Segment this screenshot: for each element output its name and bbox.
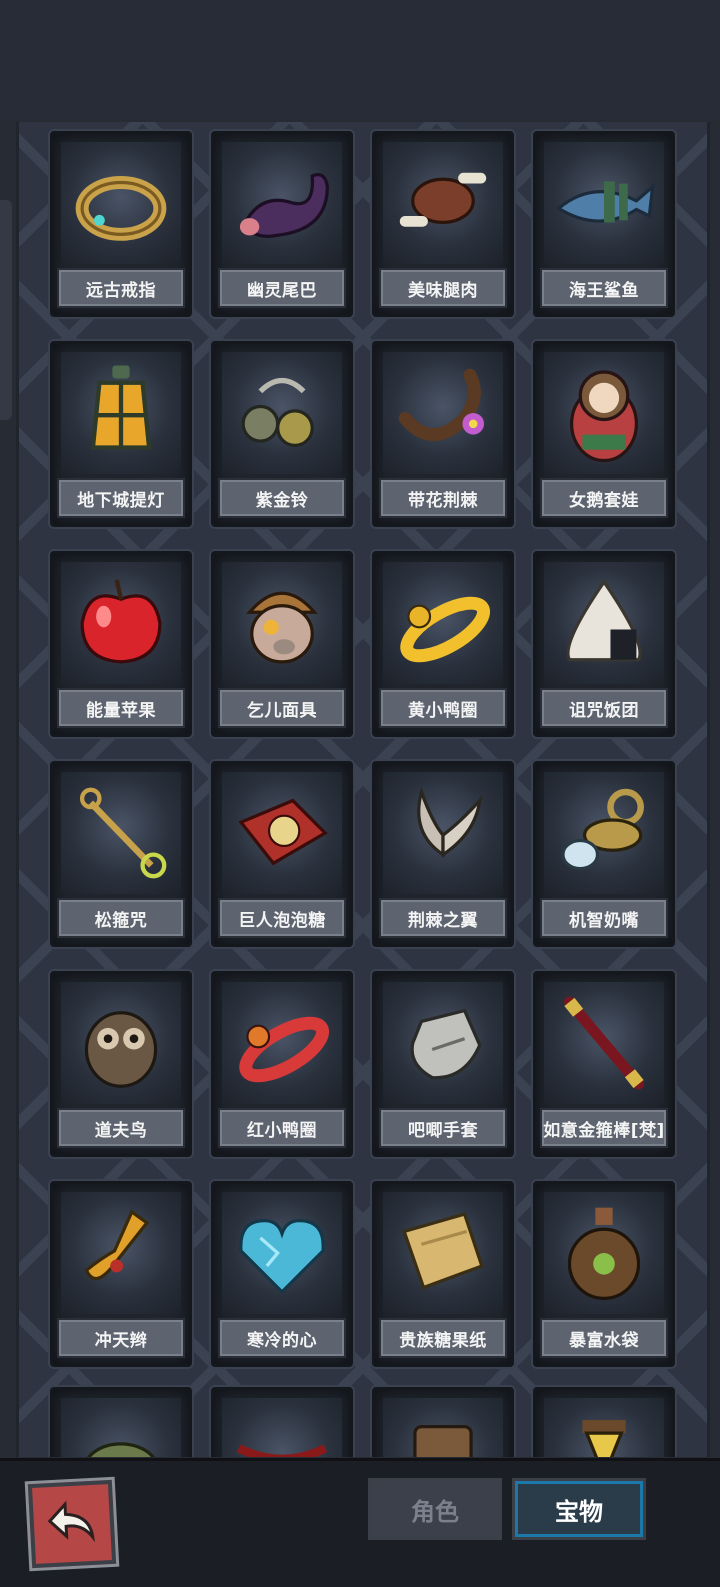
treasure-card[interactable]: 巨人泡泡糖 bbox=[211, 761, 353, 947]
thorn-flower-icon bbox=[383, 352, 503, 474]
item-name: 红小鸭圈 bbox=[218, 1108, 346, 1148]
item-name: 如意金箍棒[梵] bbox=[540, 1108, 668, 1148]
staff-icon bbox=[61, 772, 181, 894]
treasure-card[interactable]: 贵族糖果纸 bbox=[372, 1181, 514, 1367]
gum-box-icon bbox=[222, 772, 342, 894]
item-name: 乞儿面具 bbox=[218, 688, 346, 728]
doll-icon bbox=[544, 352, 664, 474]
top-bar bbox=[0, 0, 720, 120]
item-name: 幽灵尾巴 bbox=[218, 268, 346, 308]
tail-icon bbox=[222, 142, 342, 264]
treasure-card[interactable]: 幽灵尾巴 bbox=[211, 131, 353, 317]
item-name: 贵族糖果纸 bbox=[379, 1318, 507, 1358]
item-name: 远古戒指 bbox=[57, 268, 185, 308]
tab-role[interactable]: 角色 bbox=[368, 1478, 502, 1540]
back-arrow-icon bbox=[42, 1493, 101, 1556]
treasure-card[interactable]: 冲天辫 bbox=[50, 1181, 192, 1367]
item-name: 美味腿肉 bbox=[379, 268, 507, 308]
treasure-card[interactable]: 女鹅套娃 bbox=[533, 341, 675, 527]
meat-icon bbox=[383, 142, 503, 264]
lantern-icon bbox=[61, 352, 181, 474]
cut-off-item-icon bbox=[61, 1398, 181, 1457]
treasure-card[interactable] bbox=[211, 1387, 353, 1457]
treasure-card[interactable]: 海王鲨鱼 bbox=[533, 131, 675, 317]
mask-icon bbox=[222, 562, 342, 684]
pacifier-icon bbox=[544, 772, 664, 894]
riceball-icon bbox=[544, 562, 664, 684]
pigtail-icon bbox=[61, 1192, 181, 1314]
treasure-card[interactable]: 远古戒指 bbox=[50, 131, 192, 317]
bells-icon bbox=[222, 352, 342, 474]
wings-icon bbox=[383, 772, 503, 894]
owl-icon bbox=[61, 982, 181, 1104]
item-name: 寒冷的心 bbox=[218, 1318, 346, 1358]
item-name: 能量苹果 bbox=[57, 688, 185, 728]
item-name: 黄小鸭圈 bbox=[379, 688, 507, 728]
cut-off-item-icon bbox=[544, 1398, 664, 1457]
item-name: 荆棘之翼 bbox=[379, 898, 507, 938]
red-duck-ring-icon bbox=[222, 982, 342, 1104]
item-name: 松箍咒 bbox=[57, 898, 185, 938]
shark-icon bbox=[544, 142, 664, 264]
treasure-card[interactable] bbox=[372, 1387, 514, 1457]
treasure-card[interactable]: 地下城提灯 bbox=[50, 341, 192, 527]
treasure-card[interactable]: 寒冷的心 bbox=[211, 1181, 353, 1367]
treasure-card[interactable]: 暴富水袋 bbox=[533, 1181, 675, 1367]
item-name: 巨人泡泡糖 bbox=[218, 898, 346, 938]
ice-heart-icon bbox=[222, 1192, 342, 1314]
apple-icon bbox=[61, 562, 181, 684]
item-name: 吧唧手套 bbox=[379, 1108, 507, 1148]
treasure-card[interactable]: 荆棘之翼 bbox=[372, 761, 514, 947]
golden-rod-icon bbox=[544, 982, 664, 1104]
treasure-card[interactable]: 带花荆棘 bbox=[372, 341, 514, 527]
item-name: 紫金铃 bbox=[218, 478, 346, 518]
treasure-card[interactable]: 美味腿肉 bbox=[372, 131, 514, 317]
treasure-card[interactable]: 如意金箍棒[梵] bbox=[533, 971, 675, 1157]
treasure-card[interactable]: 能量苹果 bbox=[50, 551, 192, 737]
treasure-card[interactable]: 吧唧手套 bbox=[372, 971, 514, 1157]
item-name: 女鹅套娃 bbox=[540, 478, 668, 518]
treasure-card[interactable]: 机智奶嘴 bbox=[533, 761, 675, 947]
water-bag-icon bbox=[544, 1192, 664, 1314]
item-name: 地下城提灯 bbox=[57, 478, 185, 518]
item-name: 海王鲨鱼 bbox=[540, 268, 668, 308]
item-name: 诅咒饭团 bbox=[540, 688, 668, 728]
item-name: 冲天辫 bbox=[57, 1318, 185, 1358]
candy-paper-icon bbox=[383, 1192, 503, 1314]
side-handle bbox=[0, 200, 12, 420]
cut-off-item-icon bbox=[383, 1398, 503, 1457]
tab-role-label: 角色 bbox=[411, 1497, 459, 1526]
treasure-card[interactable]: 松箍咒 bbox=[50, 761, 192, 947]
treasure-card[interactable]: 黄小鸭圈 bbox=[372, 551, 514, 737]
treasure-card[interactable]: 紫金铃 bbox=[211, 341, 353, 527]
treasure-card[interactable] bbox=[50, 1387, 192, 1457]
tab-treasure-label: 宝物 bbox=[555, 1497, 603, 1526]
glove-icon bbox=[383, 982, 503, 1104]
item-name: 道夫鸟 bbox=[57, 1108, 185, 1148]
treasure-card[interactable] bbox=[533, 1387, 675, 1457]
cut-off-item-icon bbox=[222, 1398, 342, 1457]
treasure-card[interactable]: 诅咒饭团 bbox=[533, 551, 675, 737]
ring-icon bbox=[61, 142, 181, 264]
yellow-duck-ring-icon bbox=[383, 562, 503, 684]
tab-treasure[interactable]: 宝物 bbox=[512, 1478, 646, 1540]
treasure-card[interactable]: 红小鸭圈 bbox=[211, 971, 353, 1157]
item-name: 暴富水袋 bbox=[540, 1318, 668, 1358]
treasure-grid: 远古戒指 幽灵尾巴 美味腿肉 海王鲨鱼 地下城提灯 紫金铃 带花荆棘 女鹅套娃 … bbox=[16, 122, 710, 1457]
treasure-card[interactable]: 乞儿面具 bbox=[211, 551, 353, 737]
back-button[interactable] bbox=[27, 1479, 117, 1569]
treasure-card[interactable]: 道夫鸟 bbox=[50, 971, 192, 1157]
item-name: 机智奶嘴 bbox=[540, 898, 668, 938]
item-name: 带花荆棘 bbox=[379, 478, 507, 518]
